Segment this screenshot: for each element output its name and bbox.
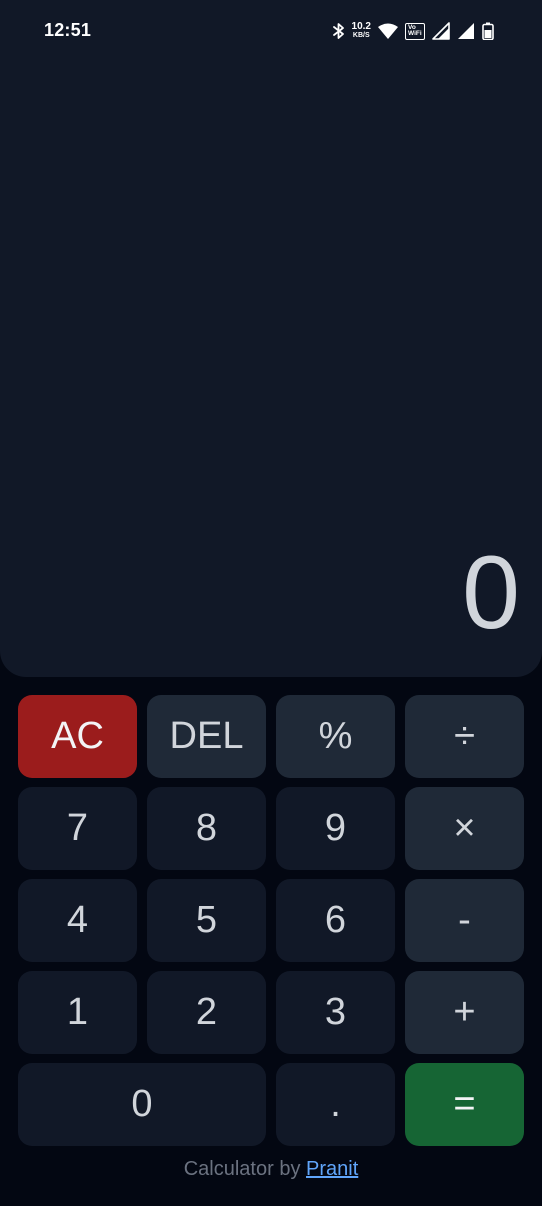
network-speed: 10.2 KB/S (352, 22, 371, 40)
bluetooth-icon (332, 22, 345, 40)
footer-credit: Calculator by Pranit (0, 1158, 542, 1181)
percent-button[interactable]: % (276, 695, 395, 778)
multiply-button[interactable]: × (405, 787, 524, 870)
display-panel: 12:51 10.2 KB/S Vo WiFi 0 (0, 0, 542, 677)
subtract-button[interactable]: - (405, 879, 524, 962)
network-speed-value: 10.2 (351, 21, 371, 32)
all-clear-button[interactable]: AC (18, 695, 137, 778)
add-button[interactable]: + (405, 971, 524, 1054)
keypad: AC DEL % ÷ 7 8 9 × 4 5 6 - 1 2 3 + 0 . = (18, 695, 524, 1146)
digit-7-button[interactable]: 7 (18, 787, 137, 870)
digit-1-button[interactable]: 1 (18, 971, 137, 1054)
digit-3-button[interactable]: 3 (276, 971, 395, 1054)
footer-prefix: Calculator by (183, 1158, 307, 1180)
digit-0-button[interactable]: 0 (18, 1063, 266, 1146)
digit-2-button[interactable]: 2 (147, 971, 266, 1054)
equals-button[interactable]: = (405, 1063, 524, 1146)
digit-4-button[interactable]: 4 (18, 879, 137, 962)
status-icons: 10.2 KB/S Vo WiFi (332, 20, 494, 42)
author-link[interactable]: Pranit (306, 1158, 358, 1180)
signal-icon (457, 22, 475, 40)
vowifi-badge: Vo WiFi (405, 22, 425, 40)
status-time: 12:51 (44, 20, 92, 40)
digit-9-button[interactable]: 9 (276, 787, 395, 870)
digit-5-button[interactable]: 5 (147, 879, 266, 962)
vowifi-line2: WiFi (408, 30, 422, 37)
signal-icon (432, 22, 450, 40)
digit-6-button[interactable]: 6 (276, 879, 395, 962)
battery-icon (482, 22, 494, 40)
decimal-point-button[interactable]: . (276, 1063, 395, 1146)
delete-button[interactable]: DEL (147, 695, 266, 778)
network-speed-unit: KB/S (352, 32, 370, 39)
wifi-icon (378, 23, 398, 39)
divide-button[interactable]: ÷ (405, 695, 524, 778)
digit-8-button[interactable]: 8 (147, 787, 266, 870)
status-bar: 12:51 10.2 KB/S Vo WiFi (0, 0, 542, 62)
display-value: 0 (462, 535, 520, 651)
